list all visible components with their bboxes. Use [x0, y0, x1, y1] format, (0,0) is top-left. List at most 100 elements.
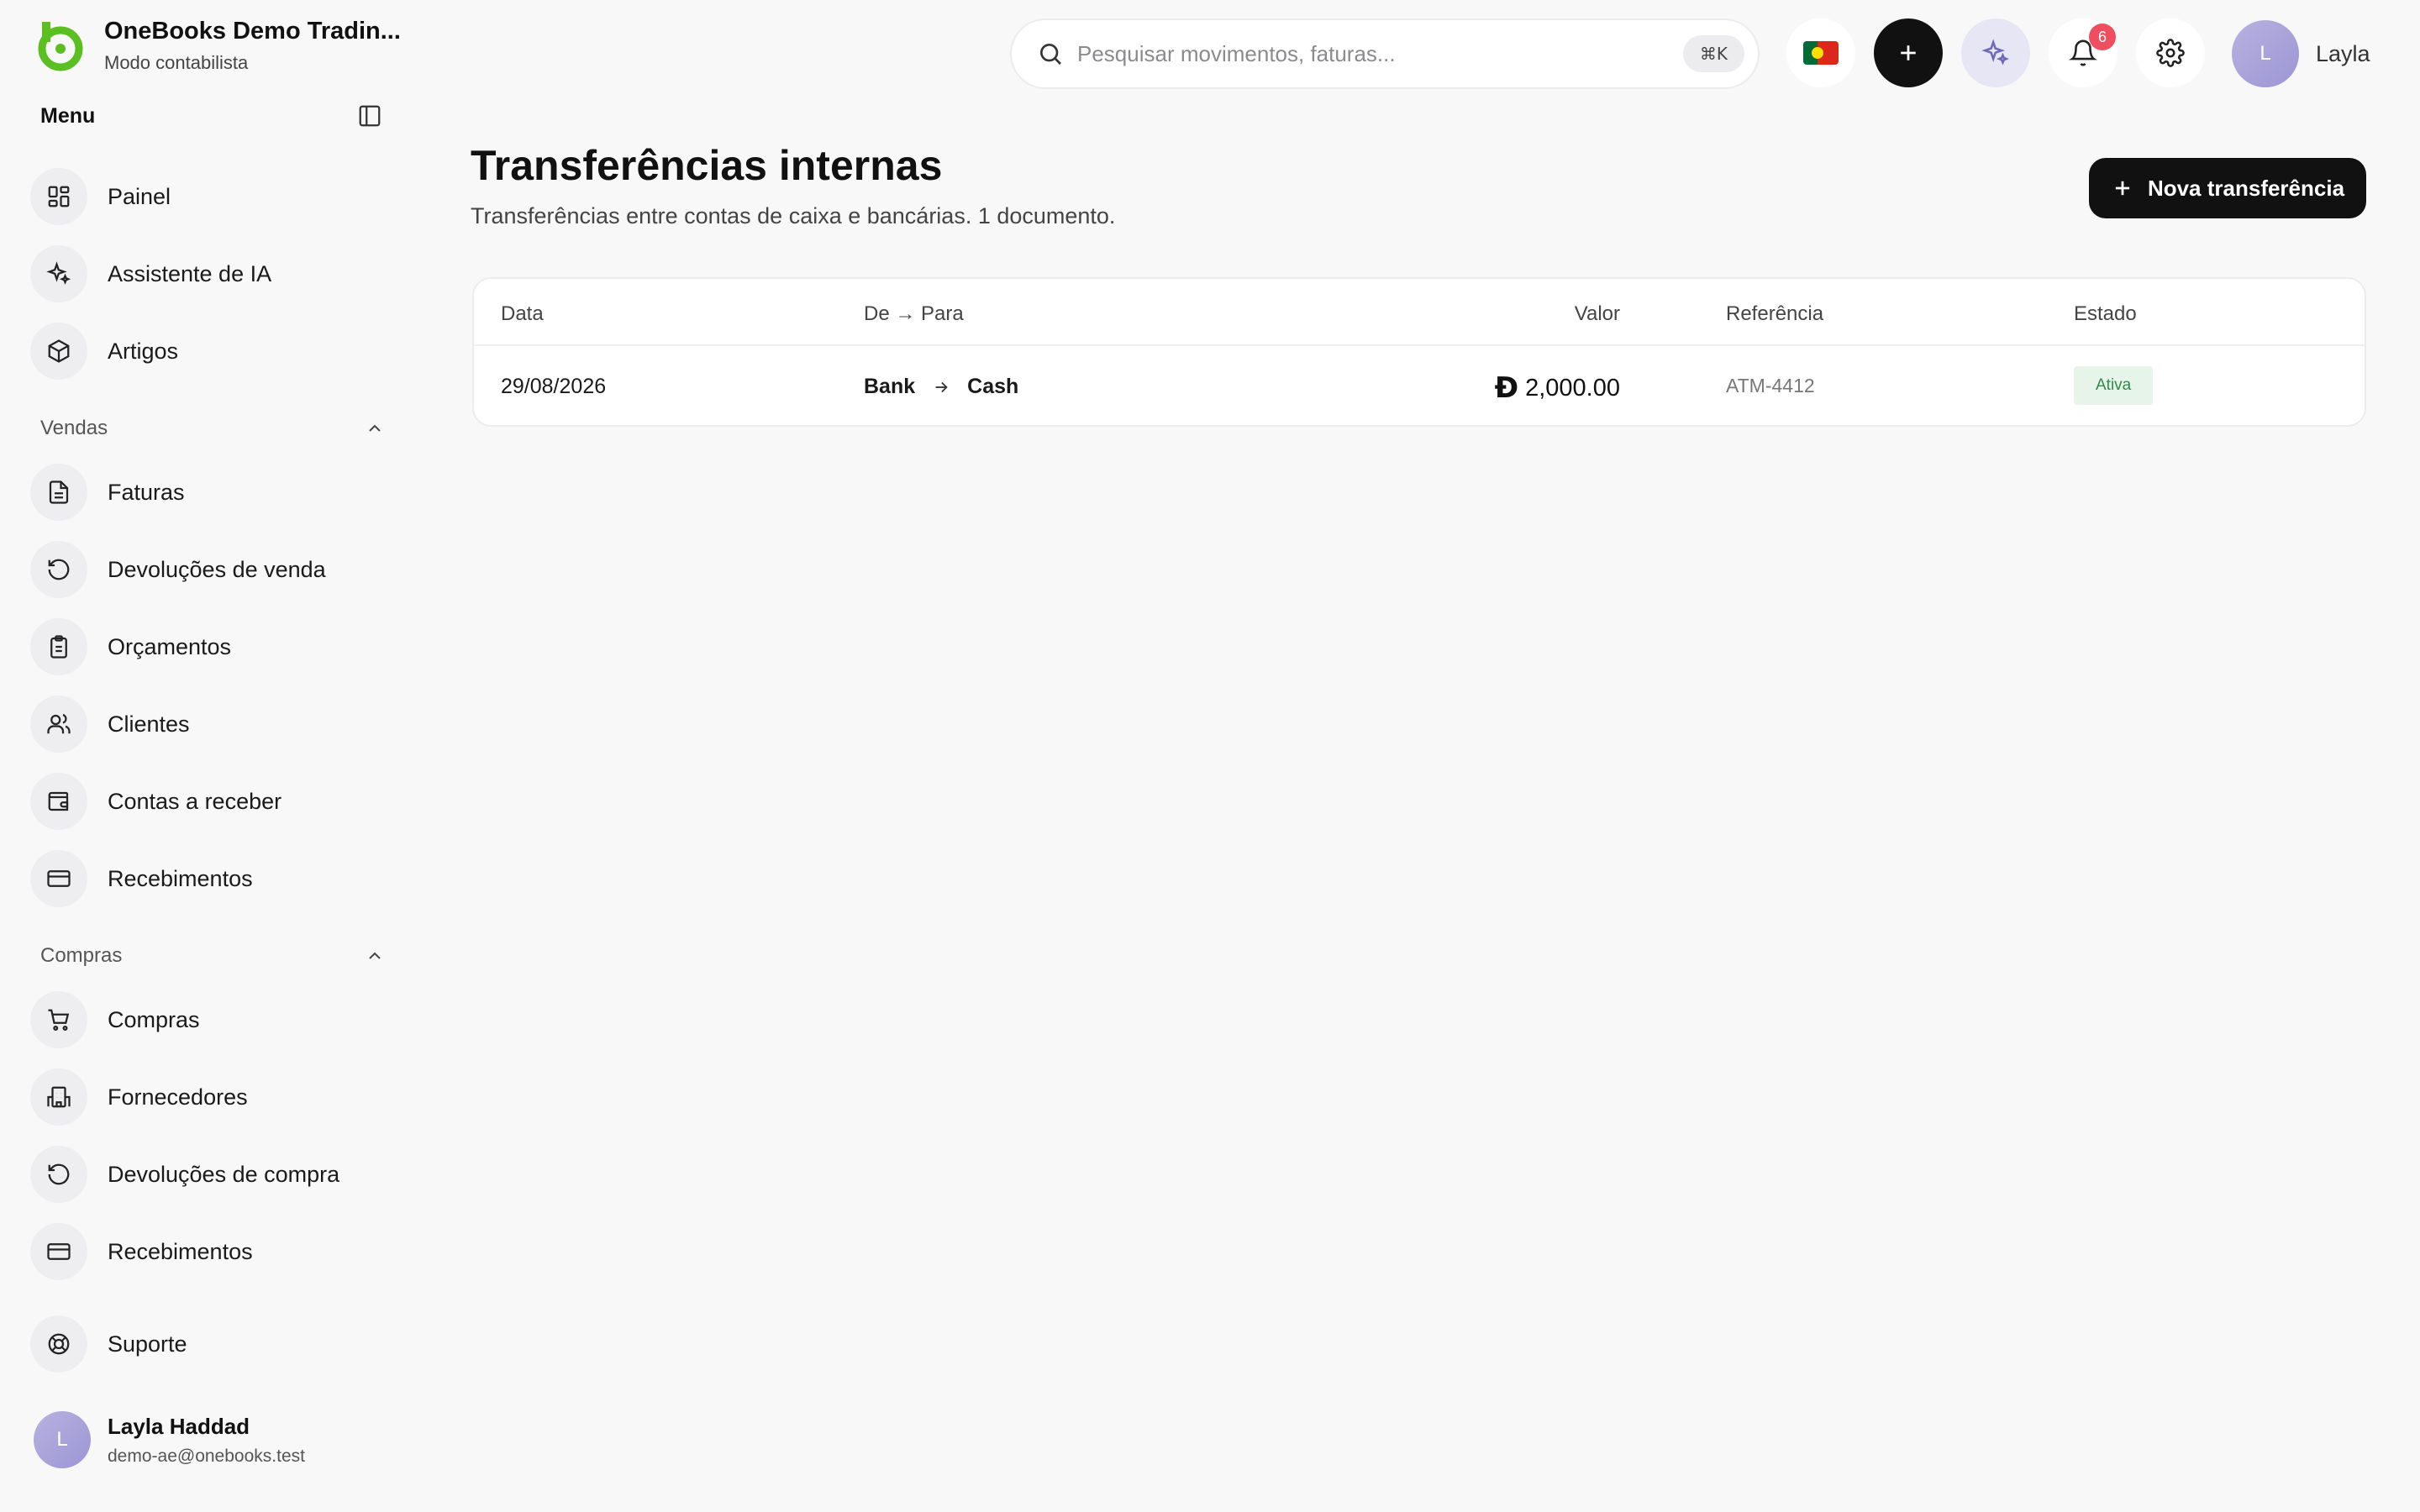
lifebuoy-icon [30, 1315, 87, 1373]
user-email: demo-ae@onebooks.test [108, 1446, 305, 1466]
new-transfer-button[interactable]: Nova transferência [2089, 158, 2366, 218]
quick-create-button[interactable] [1874, 18, 1943, 87]
search-shortcut: ⌘K [1682, 35, 1744, 72]
plus-icon [2115, 181, 2130, 196]
sparkles-icon [1981, 39, 2009, 66]
sidebar-item-label: Assistente de IA [108, 260, 272, 286]
sidebar-item-devolucoes-compra[interactable]: Devoluções de compra [30, 1144, 383, 1205]
sidebar-item-fornecedores[interactable]: Fornecedores [30, 1067, 383, 1127]
sidebar-item-contas-receber[interactable]: Contas a receber [30, 771, 383, 832]
user-text: Layla Haddad demo-ae@onebooks.test [108, 1414, 305, 1467]
user-name: Layla Haddad [108, 1413, 250, 1439]
ai-assistant-button[interactable] [1961, 18, 2030, 87]
column-header-value[interactable]: Valor [1575, 302, 1620, 326]
sidebar-item-label: Contas a receber [108, 788, 282, 814]
new-transfer-label: Nova transferência [2147, 175, 2345, 201]
section-title: Compras [40, 944, 123, 967]
table-row[interactable]: 29/08/2026 Bank Cash Đ 2,000.00 ATM-4412… [474, 348, 2365, 425]
arrow-right-icon [935, 381, 948, 392]
sidebar-item-label: Compras [108, 1006, 200, 1032]
row-date: 29/08/2026 [501, 375, 607, 398]
search-bar[interactable]: ⌘K [1010, 18, 1760, 89]
sidebar-item-label: Devoluções de compra [108, 1161, 340, 1187]
clipboard-icon [30, 618, 87, 675]
row-to-account: Cash [967, 375, 1019, 398]
currency-symbol: Đ [1494, 371, 1519, 405]
profile-name: Layla [2316, 40, 2370, 66]
sidebar-item-label: Painel [108, 183, 171, 209]
sidebar-item-orcamentos[interactable]: Orçamentos [30, 617, 383, 677]
amount-value: 2,000.00 [1525, 374, 1620, 402]
settings-button[interactable] [2136, 18, 2205, 87]
avatar: L [34, 1411, 91, 1468]
search-icon [1040, 44, 1061, 65]
row-amount: Đ 2,000.00 [1495, 371, 1620, 405]
gear-icon [2156, 39, 2185, 67]
credit-card-icon [30, 1223, 87, 1280]
user-card[interactable]: L Layla Haddad demo-ae@onebooks.test [34, 1411, 305, 1468]
chevron-up-icon [369, 952, 381, 959]
row-reference: ATM-4412 [1726, 375, 1815, 396]
sidebar-item-label: Faturas [108, 479, 185, 505]
rotate-ccw-icon [30, 541, 87, 598]
column-header-route[interactable]: De → Para [864, 302, 964, 326]
sidebar-item-artigos[interactable]: Artigos [30, 321, 383, 381]
sidebar-item-recebimentos-vendas[interactable]: Recebimentos [30, 848, 383, 909]
sidebar-item-label: Clientes [108, 711, 190, 737]
box-icon [30, 323, 87, 380]
sidebar-item-devolucoes-venda[interactable]: Devoluções de venda [30, 539, 383, 600]
language-button[interactable] [1786, 18, 1855, 87]
column-header-reference[interactable]: Referência [1726, 302, 1823, 326]
sidebar-toggle-button[interactable] [355, 101, 385, 131]
menu-title: Menu [40, 103, 96, 128]
section-title: Vendas [40, 417, 108, 439]
sidebar-item-label: Devoluções de venda [108, 556, 326, 582]
column-header-status[interactable]: Estado [2074, 302, 2137, 326]
sidebar-item-label: Fornecedores [108, 1084, 248, 1110]
section-toggle-compras[interactable]: Compras [40, 941, 385, 971]
page-subtitle: Transferências entre contas de caixa e b… [471, 203, 1116, 228]
sidebar-item-label: Artigos [108, 338, 179, 364]
brand[interactable]: OneBooks Demo Tradin... Modo contabilist… [32, 17, 401, 74]
profile-menu[interactable]: L Layla [2232, 20, 2370, 87]
table-header: Data De → Para Valor Referência Estado [474, 279, 2365, 346]
row-from-account: Bank [864, 375, 916, 398]
file-text-icon [30, 464, 87, 521]
sidebar-item-painel[interactable]: Painel [30, 166, 383, 227]
company-mode: Modo contabilista [104, 51, 249, 73]
wallet-icon [30, 773, 87, 830]
cart-icon [30, 991, 87, 1048]
sidebar-item-clientes[interactable]: Clientes [30, 694, 383, 754]
notifications-button[interactable]: 6 [2049, 18, 2118, 87]
credit-card-icon [30, 850, 87, 907]
company-name: OneBooks Demo Tradin... [104, 17, 401, 45]
sidebar-item-label: Recebimentos [108, 1238, 253, 1264]
building-icon [30, 1068, 87, 1126]
sparkles-icon [30, 245, 87, 302]
page-title: Transferências internas [471, 142, 943, 189]
menu-header: Menu [40, 101, 385, 131]
search-input[interactable] [1077, 40, 1683, 67]
transfers-table: Data De → Para Valor Referência Estado 2… [472, 277, 2366, 427]
sidebar-item-faturas[interactable]: Faturas [30, 462, 383, 522]
sidebar-panel-icon [359, 105, 381, 127]
users-icon [30, 696, 87, 753]
section-toggle-vendas[interactable]: Vendas [40, 413, 385, 444]
sidebar-item-assistente-ia[interactable]: Assistente de IA [30, 244, 383, 304]
dashboard-icon [30, 168, 87, 225]
sidebar-item-suporte[interactable]: Suporte [30, 1314, 383, 1374]
chevron-up-icon [369, 424, 381, 432]
row-route: Bank Cash [864, 375, 1018, 399]
notification-count-badge: 6 [2089, 24, 2116, 50]
sidebar-item-recebimentos-compras[interactable]: Recebimentos [30, 1221, 383, 1282]
column-header-date[interactable]: Data [501, 302, 544, 326]
sidebar-item-label: Recebimentos [108, 865, 253, 891]
app-root: OneBooks Demo Tradin... Modo contabilist… [0, 0, 2420, 1512]
sidebar-item-compras[interactable]: Compras [30, 990, 383, 1050]
avatar: L [2232, 20, 2299, 87]
brand-text: OneBooks Demo Tradin... Modo contabilist… [104, 18, 401, 74]
portugal-flag-icon [1803, 41, 1839, 65]
sidebar-item-label: Suporte [108, 1331, 187, 1357]
sidebar-item-label: Orçamentos [108, 633, 232, 659]
sidebar: OneBooks Demo Tradin... Modo contabilist… [0, 0, 403, 1512]
